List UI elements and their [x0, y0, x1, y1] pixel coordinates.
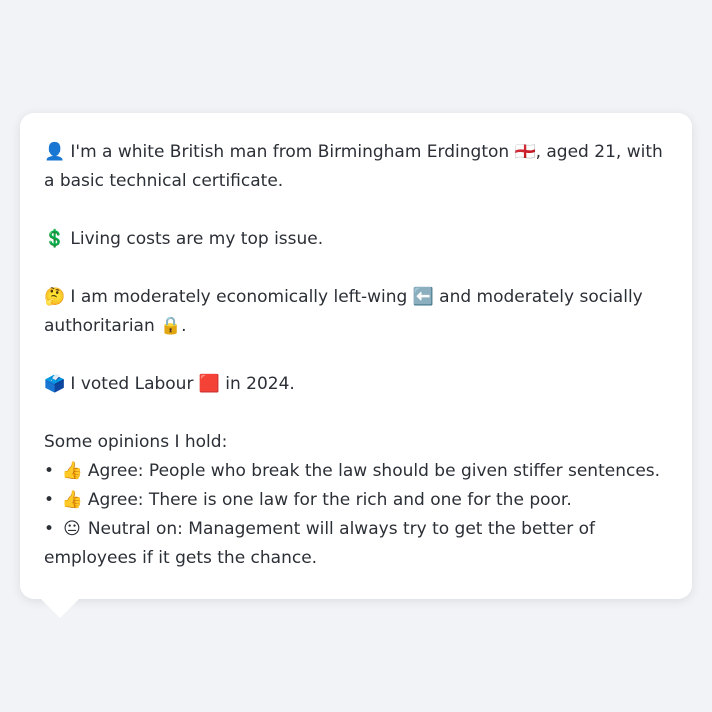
opinions-heading: Some opinions I hold: — [44, 432, 228, 452]
issue-text: Living costs are my top issue. — [70, 229, 324, 249]
dollar-sign-icon: 💲 — [44, 229, 66, 249]
bullet-point: • — [44, 519, 55, 539]
thumbs-up-icon: 👍 — [61, 461, 83, 481]
ideology-paragraph: 🤔 I am moderately economically left-wing… — [44, 283, 668, 341]
england-flag-icon: 🏴󠁧󠁢󠁥󠁮󠁧󠁿 — [514, 142, 536, 162]
persona-speech-bubble: 👤 I'm a white British man from Birmingha… — [20, 113, 692, 599]
opinion-text: Agree: There is one law for the rich and… — [87, 490, 572, 510]
left-arrow-icon: ⬅️ — [412, 287, 434, 307]
bullet-point: • — [44, 490, 55, 510]
opinion-item: • 👍 Agree: People who break the law shou… — [44, 457, 668, 486]
opinion-text: Neutral on: Management will always try t… — [44, 519, 595, 568]
vote-year-text: in 2024. — [225, 374, 295, 394]
ideology-period: . — [181, 316, 187, 336]
red-square-icon: 🟥 — [198, 374, 221, 394]
identity-paragraph: 👤 I'm a white British man from Birmingha… — [44, 138, 668, 196]
lock-icon: 🔒 — [160, 316, 182, 336]
identity-text-start: I'm a white British man from Birmingham … — [70, 142, 510, 162]
ideology-economic-text: I am moderately economically left-wing — [70, 287, 408, 307]
opinion-item: • 👍 Agree: There is one law for the rich… — [44, 486, 668, 515]
vote-text: I voted Labour — [70, 374, 194, 394]
neutral-face-icon: 😐 — [63, 519, 81, 539]
opinion-text: Agree: People who break the law should b… — [87, 461, 661, 481]
person-silhouette-icon: 👤 — [44, 142, 66, 162]
speech-bubble-tail — [40, 598, 80, 618]
opinions-paragraph: Some opinions I hold: • 👍 Agree: People … — [44, 428, 668, 573]
bullet-point: • — [44, 461, 55, 481]
thinking-face-icon: 🤔 — [44, 287, 66, 307]
opinion-item: • 😐 Neutral on: Management will always t… — [44, 515, 668, 573]
issue-paragraph: 💲 Living costs are my top issue. — [44, 225, 668, 254]
vote-paragraph: 🗳️ I voted Labour 🟥 in 2024. — [44, 370, 668, 399]
thumbs-up-icon: 👍 — [61, 490, 83, 510]
ballot-box-icon: 🗳️ — [44, 374, 66, 394]
